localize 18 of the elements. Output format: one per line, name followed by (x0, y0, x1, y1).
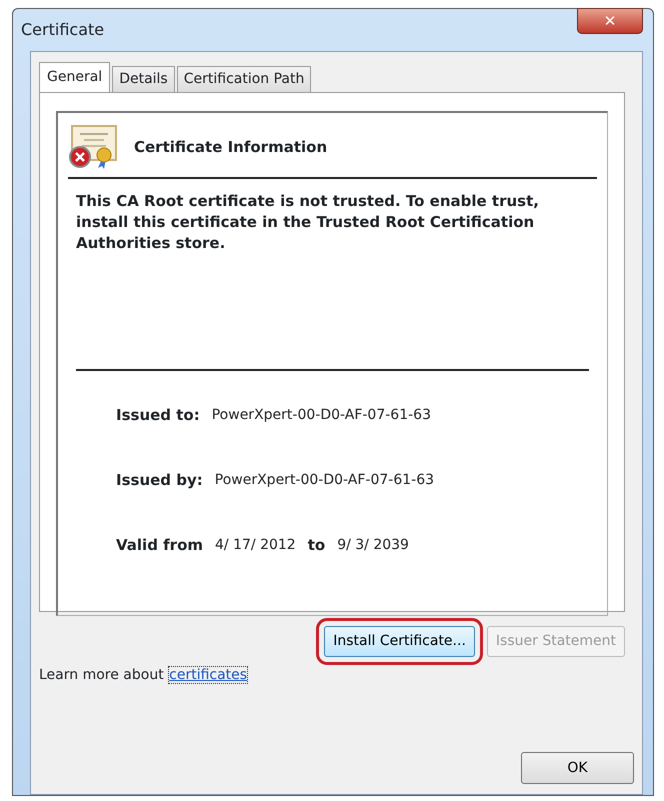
field-value: PowerXpert-00-D0-AF-07-61-63 (212, 406, 431, 425)
certificate-error-icon (68, 125, 118, 169)
field-value: 9/ 3/ 2039 (337, 536, 409, 555)
certificates-link[interactable]: certificates (168, 666, 248, 684)
field-label: Valid from (116, 535, 204, 556)
info-heading: Certificate Information (134, 136, 328, 158)
field-value: PowerXpert-00-D0-AF-07-61-63 (214, 471, 434, 490)
field-value: 4/ 17/ 2012 (215, 536, 296, 555)
ok-button[interactable]: OK (521, 752, 634, 784)
tab[interactable]: General (39, 62, 110, 92)
field-label: to (308, 535, 326, 556)
trust-message: This CA Root certificate is not trusted. To enable trust, install this certificate in the Trusted Root Certification Authorities store. (76, 191, 589, 371)
learn-more-text: Learn more about (39, 667, 164, 683)
field-label: Issued by: (116, 470, 203, 492)
tab[interactable]: Details (112, 66, 175, 92)
window-title: Certificate (21, 19, 104, 41)
tab[interactable]: Certification Path (176, 66, 312, 92)
field-label: Issued to: (116, 405, 200, 426)
